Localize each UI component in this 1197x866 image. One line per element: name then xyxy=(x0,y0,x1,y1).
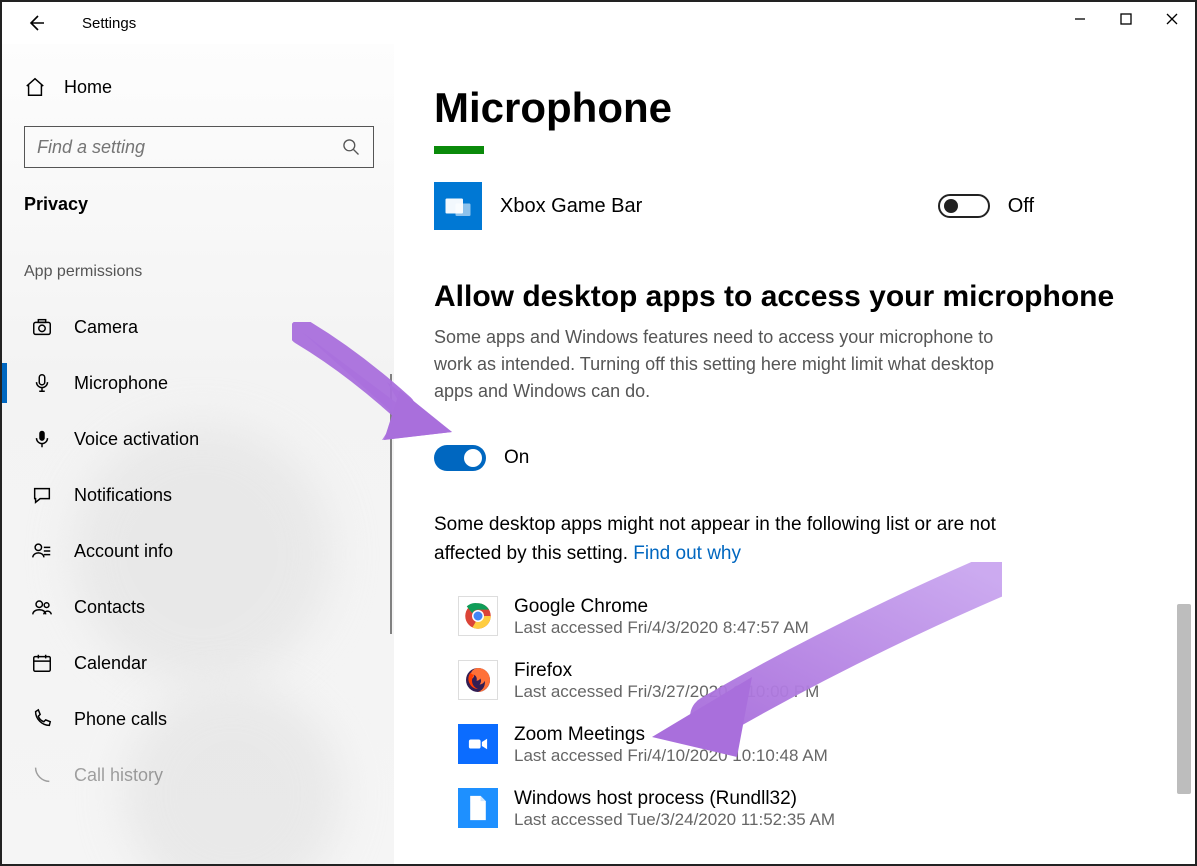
home-icon xyxy=(24,76,46,98)
titlebar: Settings xyxy=(2,2,1195,44)
phone-icon xyxy=(30,707,54,731)
app-last-accessed: Last accessed Fri/4/10/2020 10:10:48 AM xyxy=(514,746,828,766)
zoom-icon xyxy=(458,724,498,764)
sidebar-item-label: Camera xyxy=(74,317,138,338)
search-input[interactable] xyxy=(37,137,341,158)
home-nav[interactable]: Home xyxy=(24,66,378,108)
find-out-why-link[interactable]: Find out why xyxy=(633,543,741,564)
group-label: App permissions xyxy=(24,263,378,281)
sidebar-item-account-info[interactable]: Account info xyxy=(24,523,378,579)
history-icon xyxy=(30,763,54,787)
settings-window: Settings Home Privacy App permissions xyxy=(0,0,1197,866)
desktop-app-firefox: Firefox Last accessed Fri/3/27/2020 6:10… xyxy=(458,660,1155,702)
desktop-app-rundll32: Windows host process (Rundll32) Last acc… xyxy=(458,788,1155,830)
sidebar-item-phone-calls[interactable]: Phone calls xyxy=(24,691,378,747)
sidebar-scroll-edge xyxy=(390,374,392,634)
section-heading: Allow desktop apps to access your microp… xyxy=(434,280,1155,314)
close-button[interactable] xyxy=(1149,2,1195,36)
chat-icon xyxy=(30,483,54,507)
contacts-icon xyxy=(30,595,54,619)
content-scrollbar[interactable] xyxy=(1177,172,1191,866)
search-box[interactable] xyxy=(24,126,374,168)
nav-list: Camera Microphone Voice activation Notif… xyxy=(24,299,378,803)
sidebar: Home Privacy App permissions Camera Micr… xyxy=(2,44,394,864)
sidebar-item-label: Notifications xyxy=(74,485,172,506)
xbox-game-bar-icon xyxy=(434,182,482,230)
section-description: Some apps and Windows features need to a… xyxy=(434,324,1014,405)
microphone-icon xyxy=(30,371,54,395)
sidebar-item-camera[interactable]: Camera xyxy=(24,299,378,355)
sidebar-item-voice-activation[interactable]: Voice activation xyxy=(24,411,378,467)
app-last-accessed: Last accessed Tue/3/24/2020 11:52:35 AM xyxy=(514,810,835,830)
app-row-xbox-game-bar: Xbox Game Bar Off xyxy=(434,182,1034,230)
page-title: Microphone xyxy=(434,84,1155,132)
allow-desktop-toggle-state: On xyxy=(504,447,529,469)
sidebar-item-call-history[interactable]: Call history xyxy=(24,747,378,803)
sidebar-item-label: Voice activation xyxy=(74,429,199,450)
sidebar-item-notifications[interactable]: Notifications xyxy=(24,467,378,523)
firefox-icon xyxy=(458,660,498,700)
calendar-icon xyxy=(30,651,54,675)
note-text: Some desktop apps might not appear in th… xyxy=(434,511,1014,568)
back-button[interactable] xyxy=(24,11,48,35)
xbox-toggle-state: Off xyxy=(1008,195,1034,218)
minimize-button[interactable] xyxy=(1057,2,1103,36)
sidebar-item-microphone[interactable]: Microphone xyxy=(24,355,378,411)
app-last-accessed: Last accessed Fri/3/27/2020 6:10:00 PM xyxy=(514,682,819,702)
content-pane: Microphone Xbox Game Bar Off Allow deskt… xyxy=(394,44,1195,864)
home-label: Home xyxy=(64,77,112,98)
sidebar-item-label: Contacts xyxy=(74,597,145,618)
app-name: Windows host process (Rundll32) xyxy=(514,788,835,810)
maximize-button[interactable] xyxy=(1103,2,1149,36)
app-name: Google Chrome xyxy=(514,596,809,618)
allow-desktop-toggle-row: On xyxy=(434,445,1155,471)
sidebar-item-calendar[interactable]: Calendar xyxy=(24,635,378,691)
app-label: Xbox Game Bar xyxy=(500,195,938,218)
app-last-accessed: Last accessed Fri/4/3/2020 8:47:57 AM xyxy=(514,618,809,638)
search-icon xyxy=(341,137,361,157)
account-icon xyxy=(30,539,54,563)
sidebar-item-label: Microphone xyxy=(74,373,168,394)
desktop-app-chrome: Google Chrome Last accessed Fri/4/3/2020… xyxy=(458,596,1155,638)
app-name: Firefox xyxy=(514,660,819,682)
camera-icon xyxy=(30,315,54,339)
sidebar-item-label: Calendar xyxy=(74,653,147,674)
sidebar-item-contacts[interactable]: Contacts xyxy=(24,579,378,635)
sidebar-item-label: Phone calls xyxy=(74,709,167,730)
progress-indicator xyxy=(434,146,484,154)
sidebar-item-label: Account info xyxy=(74,541,173,562)
sidebar-item-label: Call history xyxy=(74,765,163,786)
chrome-icon xyxy=(458,596,498,636)
voice-icon xyxy=(30,427,54,451)
current-section: Privacy xyxy=(24,194,378,215)
file-icon xyxy=(458,788,498,828)
xbox-toggle[interactable] xyxy=(938,194,990,218)
scrollbar-thumb[interactable] xyxy=(1177,604,1191,794)
app-name: Zoom Meetings xyxy=(514,724,828,746)
desktop-app-zoom: Zoom Meetings Last accessed Fri/4/10/202… xyxy=(458,724,1155,766)
allow-desktop-toggle[interactable] xyxy=(434,445,486,471)
window-title: Settings xyxy=(82,15,136,32)
window-controls xyxy=(1057,2,1195,36)
